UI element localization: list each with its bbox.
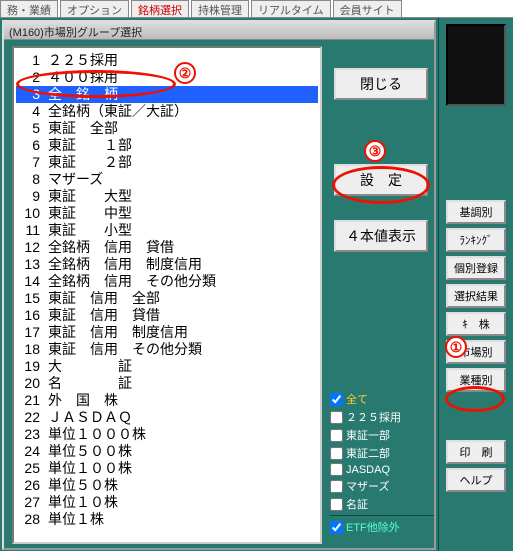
preview-box [446,24,506,106]
shijo-button[interactable]: 市場別 [446,340,506,364]
insatsu-button[interactable]: 印 刷 [446,440,506,464]
market-list[interactable]: 1２２５採用2４００採用3全 銘 柄4全銘柄（東証／大証）5東証 全部6東証 １… [12,46,322,544]
gyoshu-button[interactable]: 業種別 [446,368,506,392]
list-item[interactable]: 5東証 全部 [16,120,318,137]
list-item[interactable]: 16東証 信用 貸借 [16,307,318,324]
list-item[interactable]: 19大 証 [16,358,318,375]
list-item[interactable]: 24単位５００株 [16,443,318,460]
filter-checks: 全て２２５採用東証一部東証二部JASDAQマザーズ名証 ETF他除外 [330,390,434,536]
filter-check[interactable]: JASDAQ [330,462,434,477]
list-item[interactable]: 13全銘柄 信用 制度信用 [16,256,318,273]
list-item[interactable]: 27単位１０株 [16,494,318,511]
list-item[interactable]: 10東証 中型 [16,205,318,222]
kobetsu-button[interactable]: 個別登録 [446,256,506,280]
right-panel: 基調別 ﾗﾝｷﾝｸﾞ 個別登録 選択結果 ｷ 株 市場別 業種別 印 刷 ヘルプ… [438,18,513,551]
filter-check[interactable]: 全て [330,390,434,408]
filter-check[interactable]: ２２５採用 [330,408,434,426]
filter-check[interactable]: マザーズ [330,477,434,495]
list-item[interactable]: 3全 銘 柄 [16,86,318,103]
list-item[interactable]: 11東証 小型 [16,222,318,239]
kijun-button[interactable]: 基調別 [446,200,506,224]
tab-item[interactable]: 持株管理 [191,0,249,17]
settei-button[interactable]: 設 定 [334,164,428,196]
list-item[interactable]: 25単位１００株 [16,460,318,477]
list-item[interactable]: 14全銘柄 信用 その他分類 [16,273,318,290]
list-item[interactable]: 15東証 信用 全部 [16,290,318,307]
filter-check[interactable]: 東証二部 [330,444,434,462]
top-tab-bar: 務・業績 オプション 銘柄選択 持株管理 リアルタイム 会員サイト [0,0,513,18]
tab-item[interactable]: 務・業績 [0,0,58,17]
list-item[interactable]: 6東証 １部 [16,137,318,154]
kabu-button[interactable]: ｷ 株 [446,312,506,336]
list-item[interactable]: 18東証 信用 その他分類 [16,341,318,358]
list-item[interactable]: 1２２５採用 [16,52,318,69]
filter-check[interactable]: 名証 [330,495,434,513]
dialog-title: (M160)市場別グループ選択 [4,22,434,40]
list-item[interactable]: 20名 証 [16,375,318,392]
list-item[interactable]: 23単位１０００株 [16,426,318,443]
list-item[interactable]: 7東証 ２部 [16,154,318,171]
tab-item[interactable]: 会員サイト [333,0,402,17]
close-button[interactable]: 閉じる [334,68,428,100]
list-item[interactable]: 8マザーズ [16,171,318,188]
list-item[interactable]: 17東証 信用 制度信用 [16,324,318,341]
market-group-dialog: (M160)市場別グループ選択 1２２５採用2４００採用3全 銘 柄4全銘柄（東… [2,20,436,550]
help-button[interactable]: ヘルプ [446,468,506,492]
tab-item[interactable]: リアルタイム [251,0,331,17]
list-item[interactable]: 12全銘柄 信用 貸借 [16,239,318,256]
tab-item[interactable]: オプション [60,0,129,17]
list-item[interactable]: 2４００採用 [16,69,318,86]
list-item[interactable]: 21外 国 株 [16,392,318,409]
yonhon-button[interactable]: ４本値表示 [334,220,428,252]
list-item[interactable]: 26単位５０株 [16,477,318,494]
sentaku-button[interactable]: 選択結果 [446,284,506,308]
list-item[interactable]: 4全銘柄（東証／大証） [16,103,318,120]
list-item[interactable]: 28単位１株 [16,511,318,528]
filter-check[interactable]: 東証一部 [330,426,434,444]
tab-item[interactable]: 銘柄選択 [131,0,189,17]
ranking-button[interactable]: ﾗﾝｷﾝｸﾞ [446,228,506,252]
list-item[interactable]: 9東証 大型 [16,188,318,205]
list-item[interactable]: 22ＪＡＳＤＡＱ [16,409,318,426]
left-panel: (M160)市場別グループ選択 1２２５採用2４００採用3全 銘 柄4全銘柄（東… [0,18,438,551]
etf-exclude-check[interactable]: ETF他除外 [330,518,434,536]
